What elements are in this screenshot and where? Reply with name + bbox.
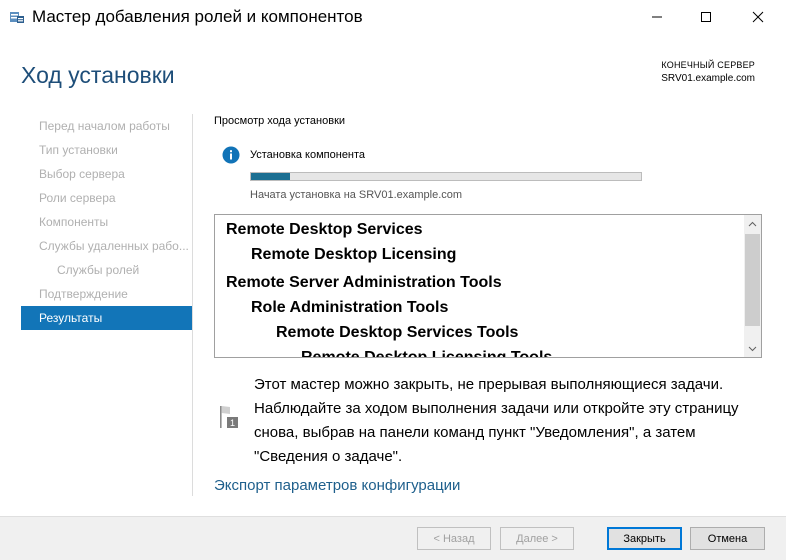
installation-progress-bar: [250, 172, 642, 181]
section-title: Просмотр хода установки: [214, 115, 346, 127]
title-bar: Мастер добавления ролей и компонентов: [0, 0, 786, 34]
close-icon: [752, 11, 764, 23]
scroll-thumb[interactable]: [745, 234, 760, 326]
notification-count: 1: [230, 418, 235, 428]
server-manager-icon: [10, 12, 24, 23]
nav-item-role-services: Службы ролей: [57, 263, 140, 277]
scroll-down-button[interactable]: [744, 340, 761, 357]
feature-list[interactable]: Remote Desktop Services Remote Desktop L…: [214, 214, 762, 358]
maximize-button[interactable]: [683, 0, 729, 34]
maximize-icon: [701, 12, 711, 22]
next-button[interactable]: Далее >: [500, 527, 574, 550]
list-item: Remote Server Administration Tools: [226, 274, 502, 291]
progress-note: Начата установка на SRV01.example.com: [250, 189, 463, 201]
wizard-footer: < Назад Далее > Закрыть Отмена: [0, 516, 786, 560]
nav-item-results[interactable]: Результаты: [21, 306, 192, 330]
nav-item-confirmation: Подтверждение: [39, 287, 128, 301]
vertical-scrollbar[interactable]: [744, 215, 761, 357]
notification-flag-icon: 1: [220, 406, 238, 428]
close-wizard-button[interactable]: Закрыть: [607, 527, 682, 550]
list-item: Remote Desktop Licensing Tools: [301, 349, 553, 358]
nav-item-remote-desktop-services: Службы удаленных рабо...: [39, 239, 189, 253]
nav-item-server-selection: Выбор сервера: [39, 167, 125, 181]
wizard-navigation: Перед началом работы Тип установки Выбор…: [21, 114, 193, 496]
scroll-up-button[interactable]: [744, 215, 761, 232]
wizard-header: Ход установки КОНЕЧНЫЙ СЕРВЕР SRV01.exam…: [0, 34, 786, 106]
close-wizard-notice: Этот мастер можно закрыть, не прерывая в…: [254, 376, 739, 465]
minimize-icon: [652, 16, 662, 18]
chevron-up-icon: [748, 221, 757, 226]
window-title: Мастер добавления ролей и компонентов: [32, 7, 363, 26]
info-icon: [222, 146, 240, 164]
nav-item-before-you-begin: Перед началом работы: [39, 119, 170, 133]
destination-server-label: КОНЕЧНЫЙ СЕРВЕР: [661, 60, 755, 70]
list-item: Remote Desktop Services Tools: [276, 324, 519, 341]
nav-item-installation-type: Тип установки: [39, 143, 118, 157]
close-button[interactable]: [735, 0, 781, 34]
list-item: Remote Desktop Services: [226, 221, 423, 238]
destination-server-name: SRV01.example.com: [661, 73, 755, 84]
page-title: Ход установки: [21, 62, 175, 88]
nav-item-features: Компоненты: [39, 215, 109, 229]
list-item: Remote Desktop Licensing: [251, 246, 457, 263]
installation-status: Установка компонента: [250, 149, 366, 161]
cancel-button[interactable]: Отмена: [690, 527, 765, 550]
list-item: Role Administration Tools: [251, 299, 449, 316]
nav-item-server-roles: Роли сервера: [39, 191, 116, 205]
export-configuration-link[interactable]: Экспорт параметров конфигурации: [214, 477, 460, 494]
back-button[interactable]: < Назад: [417, 527, 491, 550]
minimize-button[interactable]: [634, 0, 680, 34]
chevron-down-icon: [748, 346, 757, 351]
main-content: Просмотр хода установки Установка компон…: [214, 106, 766, 516]
progress-fill: [251, 173, 290, 180]
